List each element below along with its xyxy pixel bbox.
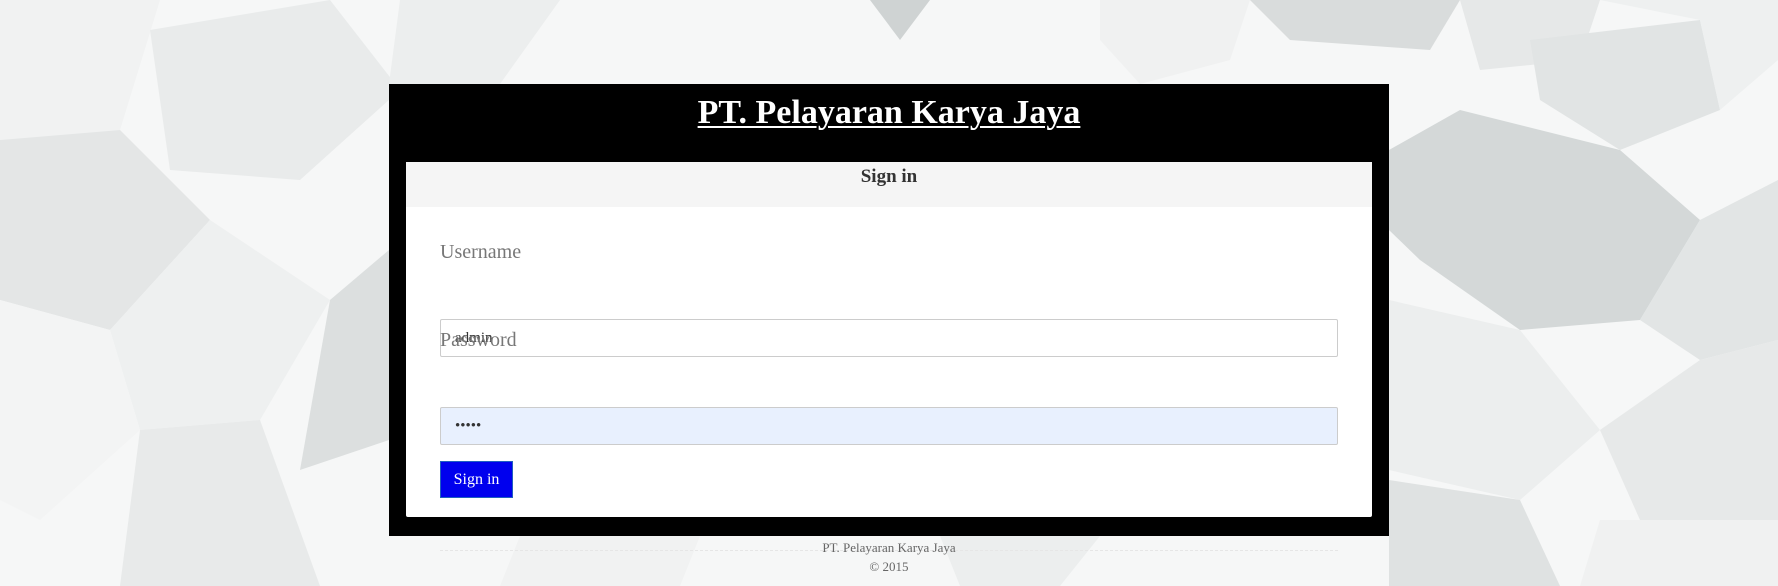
footer-company: PT. Pelayaran Karya Jaya — [822, 540, 956, 555]
username-label: Username — [440, 241, 522, 263]
page-footer: PT. Pelayaran Karya Jaya © 2015 — [0, 538, 1778, 576]
password-label: Password — [440, 329, 517, 351]
panel-heading: Sign in — [406, 162, 1372, 207]
site-title: PT. Pelayaran Karya Jaya — [697, 94, 1081, 131]
password-field[interactable] — [440, 407, 1338, 445]
sign-in-button[interactable]: Sign in — [440, 461, 513, 498]
footer-copyright: © 2015 — [869, 559, 909, 574]
login-panel: Sign in Username Password Sign in — [406, 162, 1372, 551]
login-card: PT. Pelayaran Karya Jaya Sign in Usernam… — [389, 84, 1389, 551]
username-field[interactable] — [440, 319, 1338, 357]
